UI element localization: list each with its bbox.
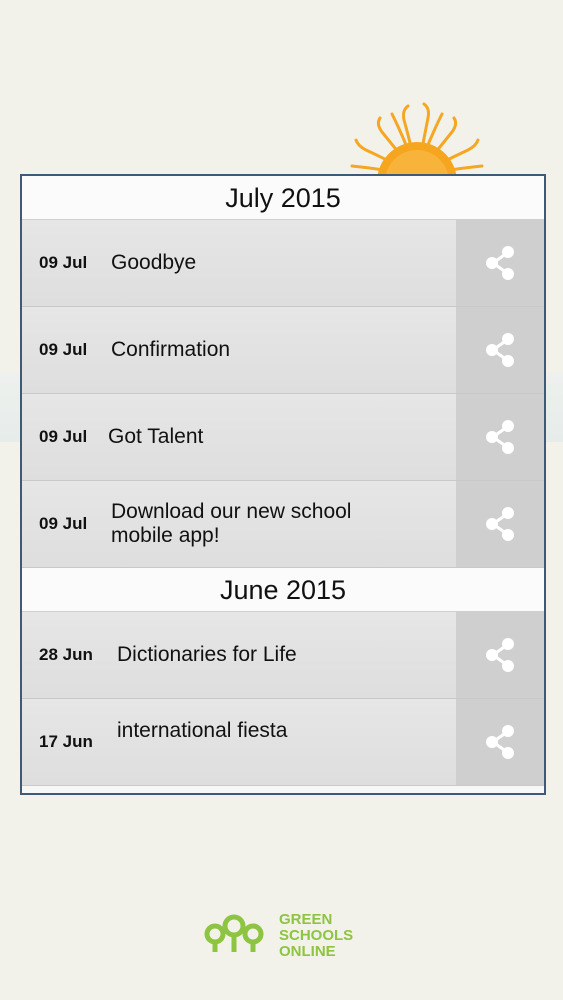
share-button[interactable] (456, 481, 544, 567)
news-item[interactable]: 09 Jul Got Talent (22, 394, 544, 481)
news-title: Got Talent (108, 425, 204, 448)
share-icon (486, 333, 514, 367)
news-title: international fiesta (117, 719, 288, 742)
share-icon (486, 507, 514, 541)
sun-illustration (342, 98, 492, 178)
month-header-june: June 2015 (22, 568, 544, 612)
share-button[interactable] (456, 307, 544, 393)
news-list-panel: July 2015 09 Jul Goodbye 09 Jul Confirma… (20, 174, 546, 795)
news-date: 09 Jul (39, 340, 88, 359)
tree-people-icon (204, 914, 264, 952)
share-button[interactable] (456, 394, 544, 480)
news-item[interactable]: 09 Jul Goodbye (22, 220, 544, 307)
news-date: 09 Jul (39, 514, 88, 533)
news-title: Confirmation (111, 338, 231, 361)
news-title: Goodbye (111, 251, 197, 274)
news-item[interactable]: 09 Jul Download our new school mobile ap… (22, 481, 544, 568)
share-button[interactable] (456, 220, 544, 306)
share-button[interactable] (456, 612, 544, 698)
share-icon (486, 638, 514, 672)
green-schools-online-logo: GREEN SCHOOLS ONLINE (203, 912, 373, 964)
share-icon (486, 725, 514, 759)
share-icon (486, 420, 514, 454)
month-header-july: July 2015 (22, 176, 544, 220)
share-icon (486, 246, 514, 280)
news-date: 17 Jun (39, 732, 93, 751)
share-button[interactable] (456, 699, 544, 785)
news-title: Download our new school mobile app! (111, 500, 352, 547)
news-date: 09 Jul (39, 427, 88, 446)
news-item[interactable]: 09 Jul Confirmation (22, 307, 544, 394)
news-date: 28 Jun (39, 645, 93, 664)
news-item[interactable]: 17 Jun international fiesta (22, 699, 544, 786)
news-item[interactable]: 28 Jun Dictionaries for Life (22, 612, 544, 699)
logo-text: GREEN SCHOOLS ONLINE (279, 911, 354, 960)
news-title: Dictionaries for Life (117, 643, 297, 666)
news-date: 09 Jul (39, 253, 88, 272)
